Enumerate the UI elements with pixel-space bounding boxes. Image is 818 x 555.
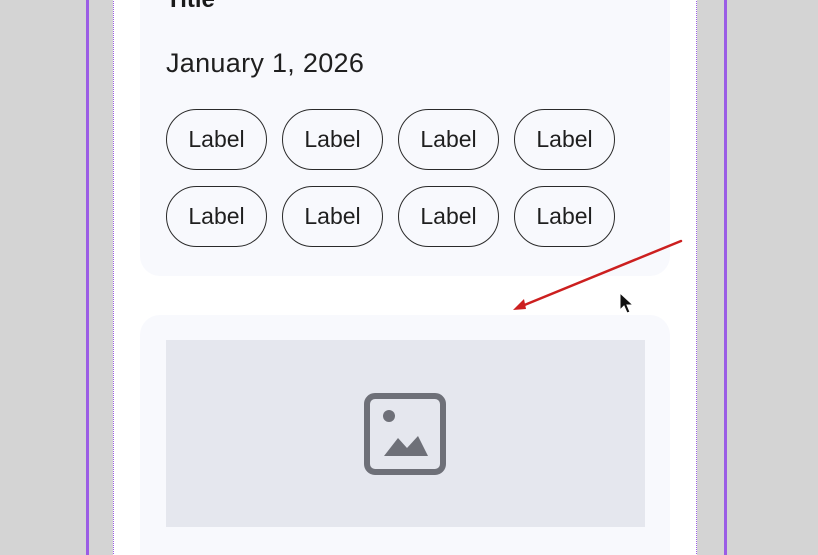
card-title: Title bbox=[166, 0, 215, 12]
screen: Title January 1, 2026 Label Label Label … bbox=[0, 0, 818, 555]
image-icon bbox=[364, 393, 446, 475]
mouse-cursor-icon bbox=[619, 292, 635, 314]
chip-label[interactable]: Label bbox=[166, 109, 267, 170]
chip-label[interactable]: Label bbox=[282, 109, 383, 170]
card-date: January 1, 2026 bbox=[166, 48, 365, 78]
chip-label[interactable]: Label bbox=[514, 186, 615, 247]
chip-label[interactable]: Label bbox=[514, 109, 615, 170]
chip-label[interactable]: Label bbox=[398, 186, 499, 247]
chip-label[interactable]: Label bbox=[282, 186, 383, 247]
chip-label[interactable]: Label bbox=[398, 109, 499, 170]
chip-label[interactable]: Label bbox=[166, 186, 267, 247]
